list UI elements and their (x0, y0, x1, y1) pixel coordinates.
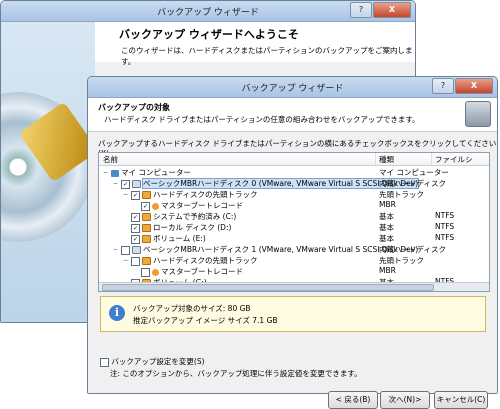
boot-record-icon (152, 268, 159, 276)
back-button[interactable]: < 戻る(B) (328, 391, 378, 409)
tree-item-label[interactable]: システムで予約済み (C:) (153, 212, 236, 221)
expander-icon[interactable] (123, 214, 129, 220)
tree-row[interactable]: − ✓ ハードディスクの先頭トラック 先頭トラック (99, 188, 489, 200)
horizontal-scrollbar[interactable] (99, 282, 489, 291)
welcome-heading: バックアップ ウィザードへようこそ (119, 28, 299, 41)
partition-icon (142, 224, 151, 232)
tree-row[interactable]: ✓ ボリューム (E:) 基本 NTFS (99, 232, 489, 244)
info-icon: i (109, 305, 125, 321)
tree-item-label[interactable]: ベーシックMBRハードディスク 1 (VMware, VMware Virtua… (143, 245, 418, 254)
expander-icon[interactable] (133, 269, 139, 275)
tree-item-label[interactable]: マスターブートレコード (161, 201, 243, 210)
partition-icon (142, 213, 151, 221)
tree-row[interactable]: ✓ システムで予約済み (C:) 基本 NTFS (99, 210, 489, 222)
tree-row[interactable]: ✓ マスターブートレコード MBR (99, 199, 489, 211)
expander-icon[interactable] (123, 225, 129, 231)
expander-icon[interactable] (133, 203, 139, 209)
expander-icon[interactable]: − (123, 258, 129, 264)
help-button[interactable]: ? (432, 78, 454, 94)
cancel-button[interactable]: キャンセル(C) (434, 391, 488, 409)
hard-disk-icon (132, 180, 141, 188)
column-filesystem-header[interactable]: ファイルシ (435, 154, 473, 165)
tree-row-type: MBR (379, 200, 396, 209)
boot-record-icon (152, 202, 159, 210)
page-title: バックアップの対象 (98, 103, 170, 112)
backup-size-text: バックアップ対象のサイズ: 80 GB (133, 304, 251, 313)
hard-disk-icon (132, 246, 141, 254)
estimated-image-size-text: 推定バックアップ イメージ サイズ 7.1 GB (133, 316, 278, 325)
column-type-header[interactable]: 種類 (379, 154, 394, 165)
expander-icon[interactable]: − (113, 181, 119, 187)
settings-note: 注: このオプションから、バックアップ処理に伴う設定値を変更できます。 (110, 369, 362, 378)
help-button[interactable]: ? (350, 2, 372, 18)
page-subtitle: ハードディスク ドライブまたはパーティションの任意の組み合わせをバックアップでき… (104, 115, 420, 124)
partition-icon (142, 257, 151, 265)
tree-row-filesystem: NTFS (435, 211, 455, 220)
size-info-box: i バックアップ対象のサイズ: 80 GB 推定バックアップ イメージ サイズ … (100, 296, 486, 332)
next-button[interactable]: 次へ(N)> (380, 391, 430, 409)
page-header: バックアップの対象 ハードディスク ドライブまたはパーティションの任意の組み合わ… (88, 98, 497, 132)
welcome-titlebar: バックアップ ウィザード ? X (1, 1, 415, 22)
tree-item-label[interactable]: ベーシックMBRハードディスク 0 (VMware, VMware Virtua… (141, 178, 420, 189)
computer-icon (111, 169, 119, 177)
wizard-banner-image (1, 22, 95, 322)
tree-row-type: MBR (379, 266, 396, 275)
tree-item-label[interactable]: ハードディスクの先頭トラック (153, 190, 257, 199)
tree-row[interactable]: − マイ コンピューター マイ コンピューター (99, 166, 489, 177)
tree-row[interactable]: − ✓ ベーシックMBRハードディスク 0 (VMware, VMware Virt… (99, 177, 489, 189)
tree-row[interactable]: ✓ ローカル ディスク (D:) 基本 NTFS (99, 221, 489, 233)
tree-row[interactable]: マスターブートレコード MBR (99, 265, 489, 277)
tree-row[interactable]: − ハードディスクの先頭トラック 先頭トラック (99, 254, 489, 266)
expander-icon[interactable]: − (123, 192, 129, 198)
backup-target-titlebar: バックアップ ウィザード ? X (88, 77, 497, 98)
change-settings-checkbox[interactable] (100, 357, 109, 367)
change-settings-option[interactable]: バックアップ設定を変更(S) (100, 356, 205, 367)
tree-row[interactable]: − ベーシックMBRハードディスク 1 (VMware, VMware Virtu… (99, 243, 489, 255)
tree-item-label[interactable]: ハードディスクの先頭トラック (153, 256, 257, 265)
expander-icon[interactable]: − (113, 247, 119, 253)
backup-target-window: バックアップ ウィザード ? X バックアップの対象 ハードディスク ドライブま… (87, 76, 498, 409)
tree-item-label[interactable]: マスターブートレコード (161, 267, 243, 276)
tree-row-filesystem: NTFS (435, 222, 455, 231)
column-name-header[interactable]: 名前 (103, 154, 118, 165)
scrollbar-thumb[interactable] (102, 284, 434, 291)
tree-item-label[interactable]: ボリューム (E:) (153, 234, 206, 243)
tree-item-label[interactable]: ローカル ディスク (D:) (153, 223, 231, 232)
partition-icon (142, 191, 151, 199)
drive-icon (465, 101, 491, 127)
drive-tree[interactable]: 名前 種類 ファイルシ − マイ コンピューター マイ コンピューター − ✓ ベーシック… (98, 152, 490, 292)
welcome-description: このウィザードは、ハードディスクまたはパーティションのバックアップをご案内します… (121, 46, 413, 66)
tree-item-label[interactable]: マイ コンピューター (121, 168, 191, 177)
expander-icon[interactable] (123, 236, 129, 242)
partition-icon (142, 235, 151, 243)
change-settings-label[interactable]: バックアップ設定を変更(S) (111, 357, 204, 366)
close-button[interactable]: X (455, 78, 493, 94)
tree-row-filesystem: NTFS (435, 233, 455, 242)
close-button[interactable]: X (373, 2, 411, 18)
tree-header: 名前 種類 ファイルシ (99, 153, 489, 166)
expander-icon[interactable]: − (103, 170, 109, 176)
